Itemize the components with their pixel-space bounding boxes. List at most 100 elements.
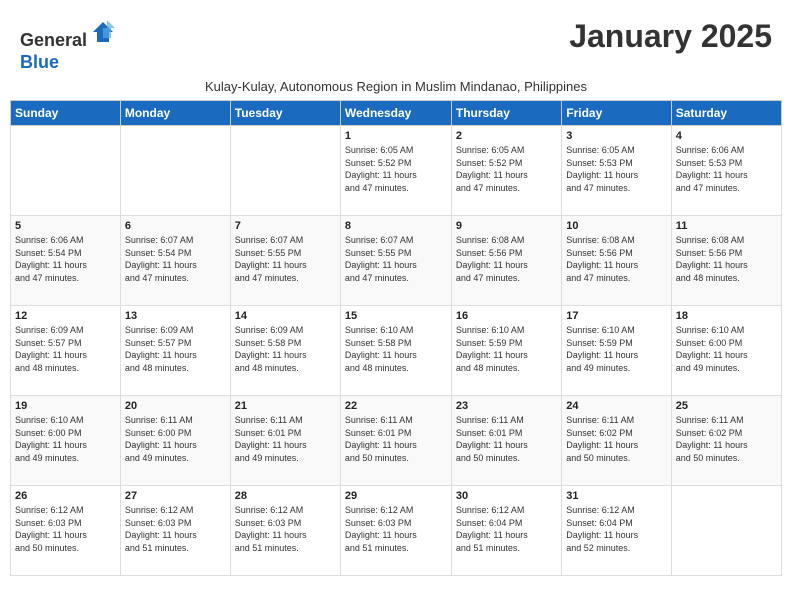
- day-number: 24: [566, 400, 666, 412]
- day-number: 3: [566, 130, 666, 142]
- day-info: Sunrise: 6:08 AM Sunset: 5:56 PM Dayligh…: [676, 234, 777, 284]
- logo: General Blue: [20, 18, 117, 73]
- day-info: Sunrise: 6:07 AM Sunset: 5:55 PM Dayligh…: [345, 234, 447, 284]
- day-info: Sunrise: 6:12 AM Sunset: 6:03 PM Dayligh…: [15, 504, 116, 554]
- calendar-cell: 25 Sunrise: 6:11 AM Sunset: 6:02 PM Dayli…: [671, 396, 781, 486]
- calendar-cell: 29 Sunrise: 6:12 AM Sunset: 6:03 PM Dayli…: [340, 486, 451, 576]
- day-info: Sunrise: 6:12 AM Sunset: 6:03 PM Dayligh…: [235, 504, 336, 554]
- calendar-cell: 26 Sunrise: 6:12 AM Sunset: 6:03 PM Dayli…: [11, 486, 121, 576]
- calendar-cell: 16 Sunrise: 6:10 AM Sunset: 5:59 PM Dayli…: [451, 306, 561, 396]
- calendar-cell: 4 Sunrise: 6:06 AM Sunset: 5:53 PM Daylig…: [671, 126, 781, 216]
- day-info: Sunrise: 6:12 AM Sunset: 6:03 PM Dayligh…: [345, 504, 447, 554]
- day-number: 4: [676, 130, 777, 142]
- day-number: 20: [125, 400, 226, 412]
- day-number: 29: [345, 490, 447, 502]
- calendar-cell: 3 Sunrise: 6:05 AM Sunset: 5:53 PM Daylig…: [562, 126, 671, 216]
- month-title: January 2025: [569, 18, 772, 55]
- day-info: Sunrise: 6:11 AM Sunset: 6:00 PM Dayligh…: [125, 414, 226, 464]
- day-number: 7: [235, 220, 336, 232]
- calendar-cell: [230, 126, 340, 216]
- calendar-cell: [11, 126, 121, 216]
- day-header-saturday: Saturday: [671, 101, 781, 126]
- day-info: Sunrise: 6:12 AM Sunset: 6:04 PM Dayligh…: [456, 504, 557, 554]
- day-number: 19: [15, 400, 116, 412]
- day-number: 1: [345, 130, 447, 142]
- day-number: 17: [566, 310, 666, 322]
- day-info: Sunrise: 6:09 AM Sunset: 5:57 PM Dayligh…: [125, 324, 226, 374]
- day-number: 18: [676, 310, 777, 322]
- calendar-cell: 2 Sunrise: 6:05 AM Sunset: 5:52 PM Daylig…: [451, 126, 561, 216]
- calendar-cell: [671, 486, 781, 576]
- day-header-friday: Friday: [562, 101, 671, 126]
- calendar-cell: 24 Sunrise: 6:11 AM Sunset: 6:02 PM Dayli…: [562, 396, 671, 486]
- day-number: 12: [15, 310, 116, 322]
- day-info: Sunrise: 6:09 AM Sunset: 5:58 PM Dayligh…: [235, 324, 336, 374]
- day-header-monday: Monday: [120, 101, 230, 126]
- day-info: Sunrise: 6:10 AM Sunset: 5:59 PM Dayligh…: [566, 324, 666, 374]
- day-info: Sunrise: 6:11 AM Sunset: 6:02 PM Dayligh…: [566, 414, 666, 464]
- day-number: 16: [456, 310, 557, 322]
- day-number: 11: [676, 220, 777, 232]
- day-number: 6: [125, 220, 226, 232]
- day-info: Sunrise: 6:11 AM Sunset: 6:02 PM Dayligh…: [676, 414, 777, 464]
- calendar-cell: 19 Sunrise: 6:10 AM Sunset: 6:00 PM Dayli…: [11, 396, 121, 486]
- page-container: General Blue January 2025 Kulay-Kulay, A…: [10, 10, 782, 576]
- day-number: 9: [456, 220, 557, 232]
- calendar-week-row: 19 Sunrise: 6:10 AM Sunset: 6:00 PM Dayli…: [11, 396, 782, 486]
- day-number: 26: [15, 490, 116, 502]
- header: General Blue January 2025: [10, 10, 782, 77]
- day-info: Sunrise: 6:09 AM Sunset: 5:57 PM Dayligh…: [15, 324, 116, 374]
- day-number: 2: [456, 130, 557, 142]
- calendar-week-row: 26 Sunrise: 6:12 AM Sunset: 6:03 PM Dayli…: [11, 486, 782, 576]
- calendar-week-row: 5Sunrise: 6:06 AM Sunset: 5:54 PM Daylig…: [11, 216, 782, 306]
- calendar-cell: 7 Sunrise: 6:07 AM Sunset: 5:55 PM Daylig…: [230, 216, 340, 306]
- day-header-tuesday: Tuesday: [230, 101, 340, 126]
- calendar-cell: 17 Sunrise: 6:10 AM Sunset: 5:59 PM Dayli…: [562, 306, 671, 396]
- day-info: Sunrise: 6:12 AM Sunset: 6:04 PM Dayligh…: [566, 504, 666, 554]
- day-number: 5: [15, 220, 116, 232]
- calendar-cell: 23Sunrise: 6:11 AM Sunset: 6:01 PM Dayli…: [451, 396, 561, 486]
- day-info: Sunrise: 6:05 AM Sunset: 5:53 PM Dayligh…: [566, 144, 666, 194]
- day-info: Sunrise: 6:05 AM Sunset: 5:52 PM Dayligh…: [456, 144, 557, 194]
- day-header-wednesday: Wednesday: [340, 101, 451, 126]
- calendar-cell: 8 Sunrise: 6:07 AM Sunset: 5:55 PM Daylig…: [340, 216, 451, 306]
- day-info: Sunrise: 6:06 AM Sunset: 5:53 PM Dayligh…: [676, 144, 777, 194]
- day-number: 27: [125, 490, 226, 502]
- day-number: 25: [676, 400, 777, 412]
- day-number: 22: [345, 400, 447, 412]
- calendar-table: SundayMondayTuesdayWednesdayThursdayFrid…: [10, 100, 782, 576]
- day-info: Sunrise: 6:11 AM Sunset: 6:01 PM Dayligh…: [345, 414, 447, 464]
- day-number: 8: [345, 220, 447, 232]
- calendar-cell: 5Sunrise: 6:06 AM Sunset: 5:54 PM Daylig…: [11, 216, 121, 306]
- calendar-cell: 18Sunrise: 6:10 AM Sunset: 6:00 PM Dayli…: [671, 306, 781, 396]
- calendar-cell: 14Sunrise: 6:09 AM Sunset: 5:58 PM Dayli…: [230, 306, 340, 396]
- day-number: 13: [125, 310, 226, 322]
- day-info: Sunrise: 6:08 AM Sunset: 5:56 PM Dayligh…: [456, 234, 557, 284]
- day-number: 15: [345, 310, 447, 322]
- calendar-cell: 15 Sunrise: 6:10 AM Sunset: 5:58 PM Dayli…: [340, 306, 451, 396]
- calendar-cell: 6 Sunrise: 6:07 AM Sunset: 5:54 PM Daylig…: [120, 216, 230, 306]
- day-number: 23: [456, 400, 557, 412]
- day-info: Sunrise: 6:12 AM Sunset: 6:03 PM Dayligh…: [125, 504, 226, 554]
- calendar-cell: 1 Sunrise: 6:05 AM Sunset: 5:52 PM Daylig…: [340, 126, 451, 216]
- day-info: Sunrise: 6:05 AM Sunset: 5:52 PM Dayligh…: [345, 144, 447, 194]
- day-header-thursday: Thursday: [451, 101, 561, 126]
- day-info: Sunrise: 6:11 AM Sunset: 6:01 PM Dayligh…: [235, 414, 336, 464]
- day-number: 21: [235, 400, 336, 412]
- day-number: 28: [235, 490, 336, 502]
- calendar-cell: 9 Sunrise: 6:08 AM Sunset: 5:56 PM Daylig…: [451, 216, 561, 306]
- calendar-cell: 11 Sunrise: 6:08 AM Sunset: 5:56 PM Dayli…: [671, 216, 781, 306]
- day-header-sunday: Sunday: [11, 101, 121, 126]
- day-info: Sunrise: 6:10 AM Sunset: 5:58 PM Dayligh…: [345, 324, 447, 374]
- day-number: 30: [456, 490, 557, 502]
- day-info: Sunrise: 6:10 AM Sunset: 6:00 PM Dayligh…: [15, 414, 116, 464]
- calendar-cell: 28 Sunrise: 6:12 AM Sunset: 6:03 PM Dayli…: [230, 486, 340, 576]
- day-info: Sunrise: 6:07 AM Sunset: 5:55 PM Dayligh…: [235, 234, 336, 284]
- calendar-cell: 12 Sunrise: 6:09 AM Sunset: 5:57 PM Dayli…: [11, 306, 121, 396]
- calendar-cell: 27 Sunrise: 6:12 AM Sunset: 6:03 PM Dayli…: [120, 486, 230, 576]
- day-info: Sunrise: 6:10 AM Sunset: 5:59 PM Dayligh…: [456, 324, 557, 374]
- calendar-cell: 10Sunrise: 6:08 AM Sunset: 5:56 PM Dayli…: [562, 216, 671, 306]
- logo-general-text: General: [20, 30, 87, 50]
- calendar-cell: 30 Sunrise: 6:12 AM Sunset: 6:04 PM Dayli…: [451, 486, 561, 576]
- day-info: Sunrise: 6:07 AM Sunset: 5:54 PM Dayligh…: [125, 234, 226, 284]
